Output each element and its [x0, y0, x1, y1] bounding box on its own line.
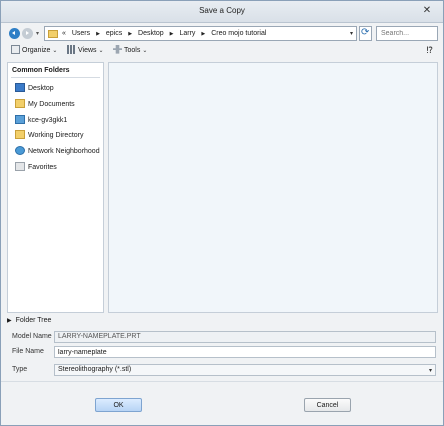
sidebar-item-label: kce-gv3gkk1	[28, 117, 68, 124]
sidebar-item-label: Favorites	[28, 164, 57, 171]
breadcrumb: « Users ▶ epics ▶ Desktop ▶ Larry ▶ Creo…	[62, 30, 270, 37]
model-name-field: LARRY-NAMEPLATE.PRT	[54, 331, 436, 343]
address-bar[interactable]: « Users ▶ epics ▶ Desktop ▶ Larry ▶ Creo…	[44, 26, 357, 41]
chevron-down-icon: ▾	[428, 368, 432, 374]
folder-tree-toggle[interactable]: ▶ Folder Tree	[7, 316, 104, 326]
cancel-button[interactable]: Cancel	[304, 398, 351, 412]
views-menu-button[interactable]: Views ⌄	[67, 44, 104, 57]
close-button[interactable]: ✕	[419, 4, 435, 18]
organize-label: Organize	[22, 47, 51, 54]
chevron-down-icon: ⌄	[52, 48, 58, 54]
breadcrumb-epics[interactable]: epics	[106, 30, 122, 37]
sidebar-item-working-directory[interactable]: Working Directory	[15, 129, 84, 142]
breadcrumb-separator-icon[interactable]: ▶	[170, 31, 174, 37]
toolbar: Organize ⌄ Views ⌄ Tools ⌄ ⁉	[1, 44, 443, 58]
tools-menu-button[interactable]: Tools ⌄	[113, 44, 148, 57]
sidebar-item-computer[interactable]: kce-gv3gkk1	[15, 114, 68, 127]
sidebar-item-label: My Documents	[28, 101, 75, 108]
ok-button[interactable]: OK	[95, 398, 142, 412]
sidebar-item-desktop[interactable]: Desktop	[15, 82, 54, 95]
model-name-label: Model Name	[12, 333, 52, 340]
common-folders-panel: Common Folders Desktop My Documents kce-…	[7, 62, 104, 313]
refresh-icon[interactable]	[359, 26, 372, 41]
file-list-area[interactable]	[108, 62, 438, 313]
tools-label: Tools	[124, 47, 141, 54]
history-dropdown-icon[interactable]: ▾	[36, 30, 42, 37]
breadcrumb-separator-icon[interactable]: ▶	[201, 31, 205, 37]
divider	[11, 77, 100, 78]
divider	[1, 381, 443, 382]
breadcrumb-overflow[interactable]: «	[62, 30, 66, 37]
sidebar-item-label: Network Neighborhood	[28, 148, 100, 155]
save-a-copy-dialog: Save a Copy ✕ ▾ « Users ▶ epics ▶ Deskto…	[0, 0, 444, 426]
search-input[interactable]	[376, 26, 438, 41]
dialog-title: Save a Copy	[199, 6, 245, 15]
sidebar-item-favorites[interactable]: Favorites	[15, 161, 57, 174]
folder-tree-label: Folder Tree	[15, 317, 52, 324]
breadcrumb-separator-icon[interactable]: ▶	[128, 31, 132, 37]
navigation-row: ▾ « Users ▶ epics ▶ Desktop ▶ Larry ▶ Cr…	[1, 26, 443, 42]
type-select-value: Stereolithography (*.stl)	[58, 366, 132, 373]
address-dropdown-icon[interactable]: ▾	[350, 30, 353, 37]
back-arrow-icon[interactable]	[9, 28, 20, 39]
file-name-input[interactable]	[54, 346, 436, 358]
views-icon	[67, 44, 76, 54]
folder-icon	[48, 30, 58, 38]
organize-menu-button[interactable]: Organize ⌄	[11, 44, 58, 57]
sidebar-item-network-neighborhood[interactable]: Network Neighborhood	[15, 145, 100, 158]
breadcrumb-creo-mojo-tutorial[interactable]: Creo mojo tutorial	[211, 30, 266, 37]
breadcrumb-users[interactable]: Users	[72, 30, 90, 37]
documents-folder-icon	[15, 98, 25, 108]
organize-icon	[11, 44, 20, 54]
favorites-icon	[15, 161, 25, 171]
sidebar-item-my-documents[interactable]: My Documents	[15, 98, 75, 111]
sidebar-item-label: Working Directory	[28, 132, 84, 139]
chevron-down-icon: ⌄	[98, 48, 104, 54]
sidebar-item-label: Desktop	[28, 85, 54, 92]
computer-icon	[15, 114, 25, 124]
file-name-label: File Name	[12, 348, 44, 355]
type-select[interactable]: Stereolithography (*.stl) ▾	[54, 364, 436, 376]
breadcrumb-larry[interactable]: Larry	[179, 30, 195, 37]
views-label: Views	[78, 47, 97, 54]
breadcrumb-separator-icon[interactable]: ▶	[96, 31, 100, 37]
breadcrumb-desktop[interactable]: Desktop	[138, 30, 164, 37]
help-pointer-icon[interactable]: ⁉	[426, 45, 433, 56]
chevron-down-icon: ⌄	[142, 48, 148, 54]
network-icon	[15, 145, 25, 155]
common-folders-heading: Common Folders	[12, 67, 70, 74]
tools-icon	[113, 44, 122, 54]
forward-arrow-icon[interactable]	[22, 28, 33, 39]
expand-triangle-icon: ▶	[7, 318, 12, 324]
working-directory-icon	[15, 129, 25, 139]
type-label: Type	[12, 366, 28, 373]
title-bar: Save a Copy ✕	[1, 1, 443, 23]
desktop-icon	[15, 82, 25, 92]
